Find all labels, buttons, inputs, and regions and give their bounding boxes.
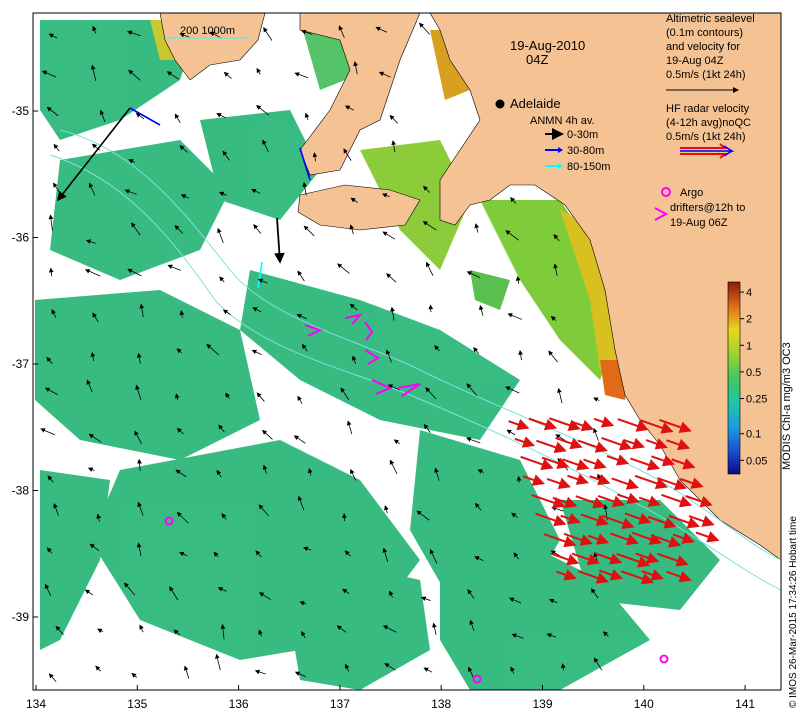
colorbar-tick-label: 0.1 [746,429,761,441]
y-tick-label: -38 [12,484,30,498]
credit-text: © IMOS 26-Mar-2015 17:34:26 Hobart time [788,516,799,708]
colorbar-tick-label: 2 [746,314,752,326]
anmn-legend-item-1: 30-80m [567,145,604,157]
y-tick-label: -36 [12,231,30,245]
x-tick-label: 139 [532,697,552,711]
colorbar-tick-label: 4 [746,287,752,299]
x-tick-label: 136 [229,697,249,711]
altimetric-line: Altimetric sealevel [666,13,755,25]
x-tick-label: 137 [330,697,350,711]
argo-legend-line: drifters@12h to [670,202,745,214]
date-label: 19-Aug-2010 [510,38,585,53]
colorbar-tick-label: 1 [746,340,752,352]
y-tick-label: -39 [12,610,30,624]
colorbar-title: MODIS Chl-a mg/m3 OC3 [781,342,793,470]
time-label: 04Z [526,52,548,67]
x-tick-label: 135 [127,697,147,711]
argo-legend-line: 19-Aug 06Z [670,217,728,229]
altimetric-line: 19-Aug 04Z [666,55,724,67]
x-tick-label: 141 [735,697,755,711]
hf-radar-line: 0.5m/s (1kt 24h) [666,131,745,143]
y-tick-label: -35 [12,104,30,118]
argo-legend-line: Argo [680,187,703,199]
map-figure: 134 135 136 137 138 139 140 141 -35 -36 -37 -38 -39… [12,12,799,711]
colorbar-tick-label: 0.05 [746,455,767,467]
anmn-legend-title: ANMN 4h av. [530,115,595,127]
altimetric-line: 0.5m/s (1kt 24h) [666,69,745,81]
colorbar-tick-label: 0.5 [746,367,761,379]
altimetric-line: and velocity for [666,41,740,53]
scale-bar-label: 200 1000m [180,25,235,37]
colorbar-tick-label: 0.25 [746,394,767,406]
x-tick-label: 138 [431,697,451,711]
city-label: Adelaide [510,96,561,111]
hf-radar-line: HF radar velocity [666,103,750,115]
hf-radar-line: (4-12h avg)noQC [666,117,751,129]
anmn-legend-item-2: 80-150m [567,161,610,173]
altimetric-line: (0.1m contours) [666,27,743,39]
x-tick-label: 134 [26,697,46,711]
anmn-legend-item-0: 0-30m [567,129,598,141]
x-tick-label: 140 [634,697,654,711]
y-tick-label: -37 [12,357,30,371]
